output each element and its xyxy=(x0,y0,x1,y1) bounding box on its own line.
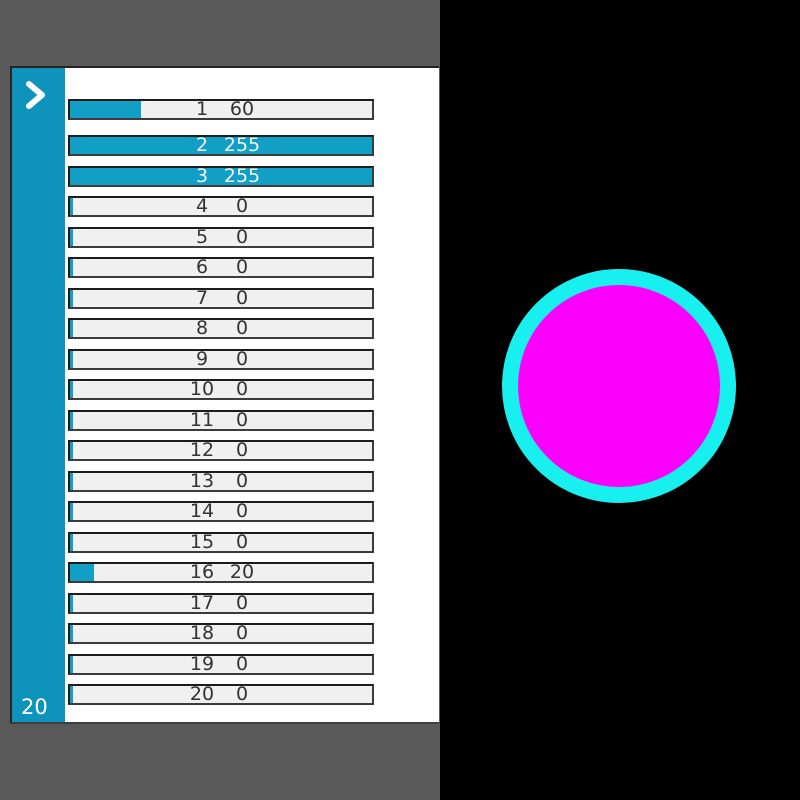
slider[interactable]: 3 255 xyxy=(68,164,374,187)
slider-value-label: 0 xyxy=(235,469,249,492)
slider[interactable]: 14 0 xyxy=(68,501,374,522)
slider-fill xyxy=(70,472,74,490)
slider-value-label: 0 xyxy=(235,225,249,248)
editor-workspace: 20 1 60 2 255 3 255 4 0 5 0 6 0 7 0 8 0 9 0 10 0 11 0 12 0 13 0 14… xyxy=(0,0,440,800)
slider-value-label: 0 xyxy=(235,286,249,309)
slider[interactable]: 90 xyxy=(68,347,374,370)
slider-value-label: 0 xyxy=(235,439,249,461)
slider-rows: 1 60 2 255 3 255 4 0 5 0 6 0 7 0 8 0 9 0 10 0 11 0 12 0 13 0 14 0 15… xyxy=(12,68,439,722)
slider[interactable]: 19 0 xyxy=(68,652,374,675)
slider[interactable]: 12 0 xyxy=(68,440,374,461)
slider-value-label: 0 xyxy=(235,622,249,644)
slider-fill xyxy=(70,625,74,642)
slider-fill xyxy=(70,198,74,215)
slider-fill xyxy=(70,228,74,246)
slider[interactable]: 40 xyxy=(68,196,374,217)
slider-bank-content: 20 1 60 2 255 3 255 4 0 5 0 6 0 7 0 8 0 9 0 10 0 11 0 12 0 13 0 14… xyxy=(12,68,439,722)
slider[interactable]: 80 xyxy=(68,318,374,339)
slider[interactable]: 17 0 xyxy=(68,591,374,614)
slider-value-label: 0 xyxy=(235,256,249,278)
slider[interactable]: 60 xyxy=(68,257,374,278)
slider-value-label: 0 xyxy=(235,683,249,705)
slider-fill xyxy=(70,259,74,276)
slider-value-label: 0 xyxy=(235,347,249,370)
slider[interactable]: 20 0 xyxy=(68,684,374,705)
slider-value-label: 0 xyxy=(235,530,249,553)
slider-fill xyxy=(70,686,74,703)
slider-fill xyxy=(70,503,74,520)
slider-value-label: 0 xyxy=(235,500,249,522)
slider-fill xyxy=(70,655,74,673)
slider-fill xyxy=(70,101,142,118)
slider-value-label: 20 xyxy=(229,561,255,583)
slider-fill xyxy=(70,533,74,551)
slider[interactable]: 11 0 xyxy=(68,408,374,431)
slider-fill xyxy=(70,381,74,398)
slider-fill xyxy=(70,289,74,307)
slider-fill xyxy=(70,350,74,368)
output-circle xyxy=(502,269,736,503)
slider[interactable]: 13 0 xyxy=(68,469,374,492)
slider[interactable]: 1 60 xyxy=(68,99,374,120)
slider[interactable]: 70 xyxy=(68,286,374,309)
slider-value-label: 60 xyxy=(229,98,255,120)
slider-fill xyxy=(70,320,74,337)
slider[interactable]: 50 xyxy=(68,225,374,248)
slider-value-label: 0 xyxy=(235,591,249,614)
slider-value-label: 0 xyxy=(235,408,249,431)
slider-fill xyxy=(70,594,74,612)
slider-value-label: 255 xyxy=(223,164,261,187)
slider-value-label: 255 xyxy=(223,134,261,156)
app-window: 20 1 60 2 255 3 255 4 0 5 0 6 0 7 0 8 0 9 0 10 0 11 0 12 0 13 0 14… xyxy=(0,0,800,800)
slider-value-label: 0 xyxy=(235,378,249,400)
slider-bank-panel: 20 1 60 2 255 3 255 4 0 5 0 6 0 7 0 8 0 9 0 10 0 11 0 12 0 13 0 14… xyxy=(10,66,439,724)
slider-value-label: 0 xyxy=(235,317,249,339)
slider-fill xyxy=(70,564,94,581)
slider-fill xyxy=(70,442,74,459)
slider[interactable]: 18 0 xyxy=(68,623,374,644)
slider[interactable]: 2 255 xyxy=(68,135,374,156)
slider-value-label: 0 xyxy=(235,195,249,217)
slider[interactable]: 15 0 xyxy=(68,530,374,553)
slider[interactable]: 10 0 xyxy=(68,379,374,400)
render-view xyxy=(440,0,800,800)
slider-fill xyxy=(70,411,74,429)
slider-value-label: 0 xyxy=(235,652,249,675)
slider[interactable]: 16 20 xyxy=(68,562,374,583)
